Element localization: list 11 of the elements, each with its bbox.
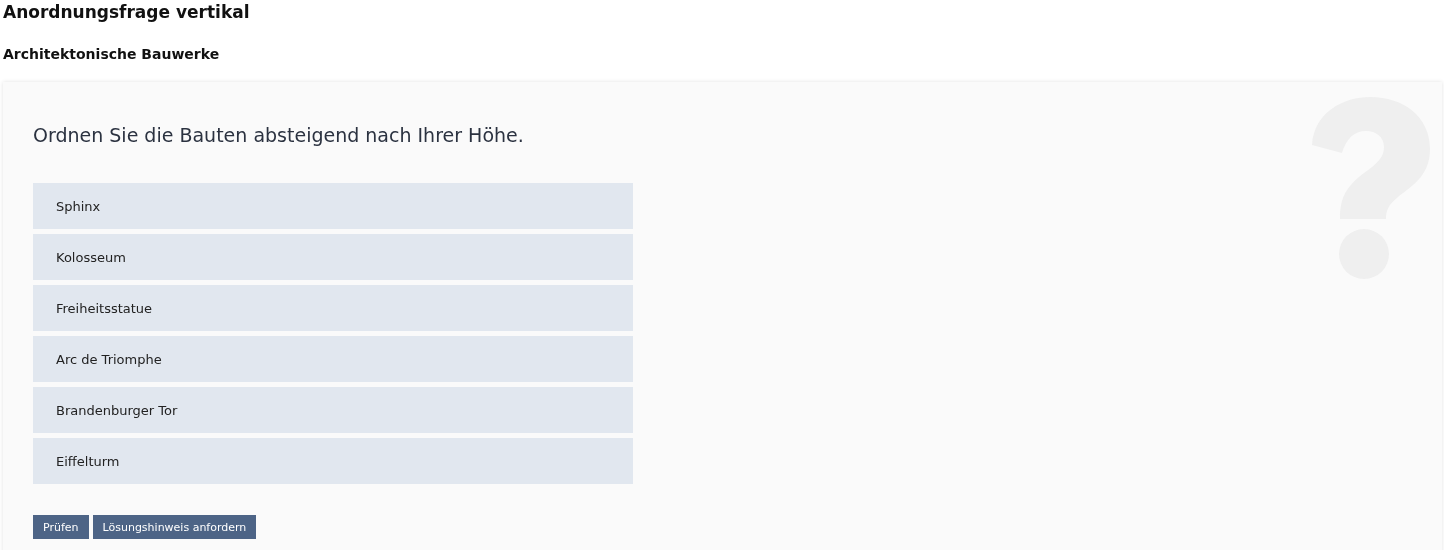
section-title: Architektonische Bauwerke <box>3 45 221 64</box>
page-title: Anordnungsfrage vertikal <box>3 1 251 23</box>
sortable-item[interactable]: Kolosseum <box>33 234 633 280</box>
sortable-item[interactable]: Eiffelturm <box>33 438 633 484</box>
sortable-item[interactable]: Sphinx <box>33 183 633 229</box>
sortable-item[interactable]: Arc de Triomphe <box>33 336 633 382</box>
action-button[interactable]: Prüfen <box>33 515 89 539</box>
sortable-item[interactable]: Brandenburger Tor <box>33 387 633 433</box>
sortable-item[interactable]: Freiheitsstatue <box>33 285 633 331</box>
question-text: Ordnen Sie die Bauten absteigend nach Ihrer Höhe. <box>33 123 525 148</box>
action-button[interactable]: Lösungshinweis anfordern <box>92 515 257 539</box>
